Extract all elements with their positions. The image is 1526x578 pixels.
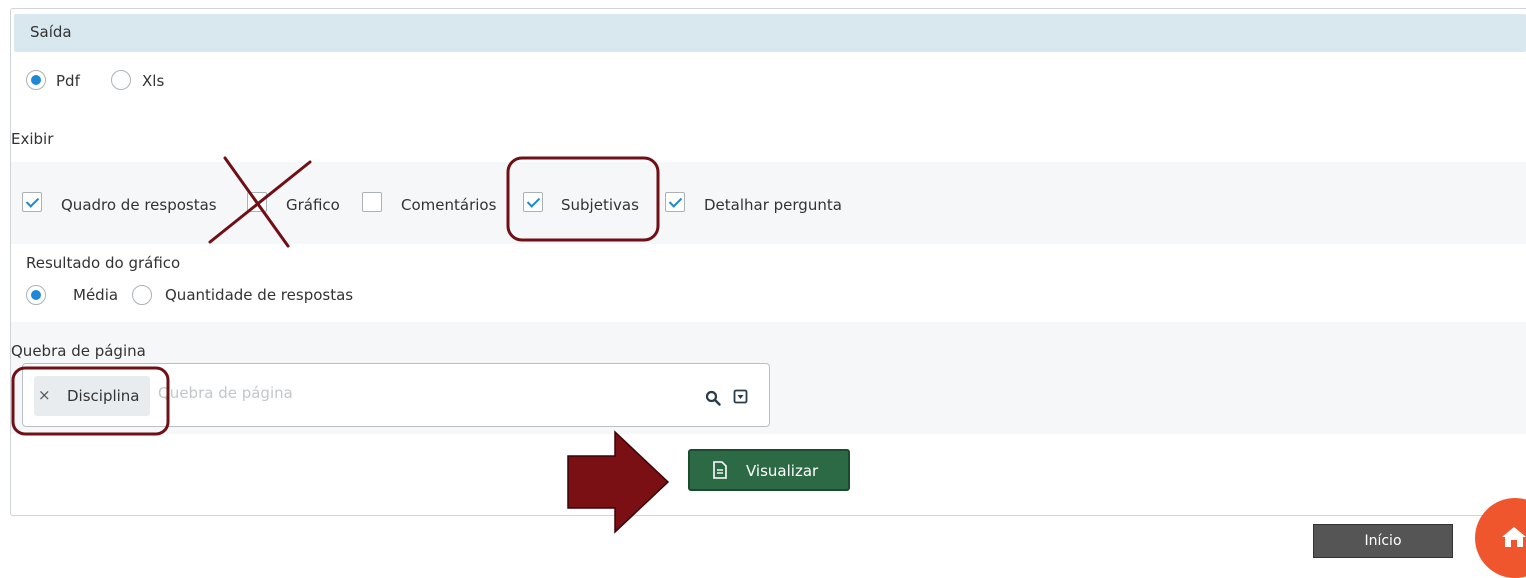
cross-mark: [208, 156, 312, 248]
arrow-annotation: [567, 430, 670, 534]
subjetivas-highlight: [506, 156, 660, 242]
annotation-layer: [11, 156, 670, 534]
chip-highlight: [11, 366, 170, 436]
